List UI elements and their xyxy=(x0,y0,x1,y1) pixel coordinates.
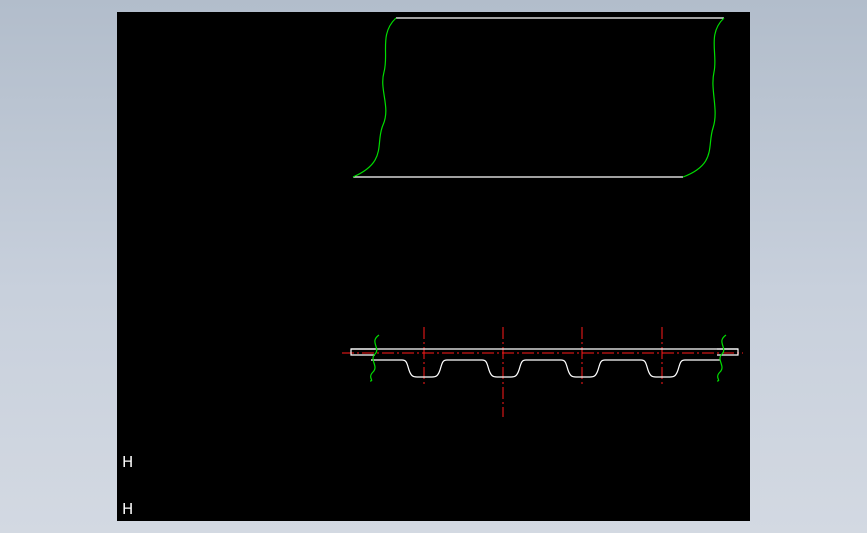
view-label-2: H xyxy=(122,500,134,518)
top-view-left-break-line xyxy=(352,17,397,178)
belt-right-end xyxy=(717,348,739,356)
cad-drawing xyxy=(342,17,743,417)
top-view-right-break-line xyxy=(682,17,725,178)
view-label-1: H xyxy=(122,453,134,471)
top-view xyxy=(352,17,725,178)
section-right-break-line xyxy=(716,334,727,382)
drawing-viewport[interactable]: H H xyxy=(117,12,750,521)
section-view xyxy=(342,327,743,417)
belt-left-end xyxy=(350,348,375,356)
belt-tooth-profile xyxy=(371,359,720,378)
section-left-break-line xyxy=(369,334,380,382)
